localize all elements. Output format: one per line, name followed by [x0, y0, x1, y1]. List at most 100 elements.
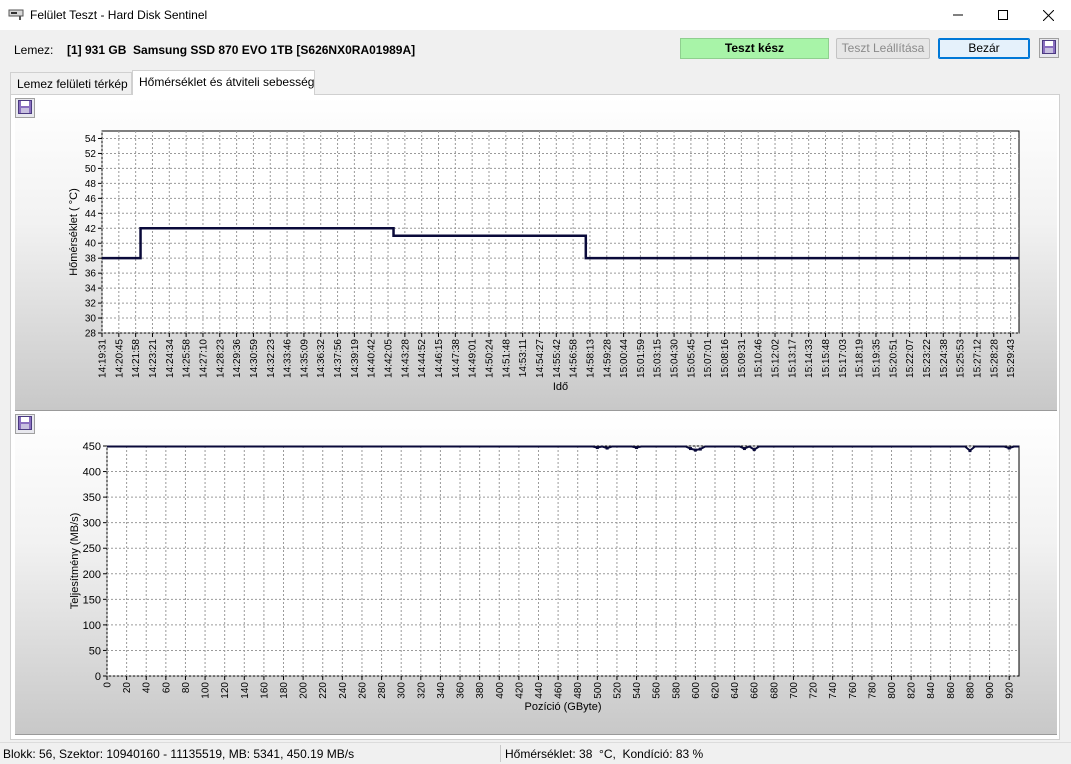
temperature-x-tick-label: 15:07:01	[703, 339, 714, 378]
performance-x-tick-label: 400	[495, 682, 506, 699]
temperature-x-tick-label: 15:15:48	[821, 339, 832, 378]
test-status-badge: Teszt kész	[680, 38, 829, 59]
performance-x-tick-label: 760	[848, 682, 859, 699]
temperature-x-tick-label: 15:08:16	[720, 339, 731, 378]
performance-x-tick-label: 800	[887, 682, 898, 699]
close-window-button[interactable]	[1025, 0, 1071, 30]
temperature-x-tick-label: 15:24:38	[939, 339, 950, 378]
temperature-y-tick-label: 34	[85, 284, 97, 295]
temperature-x-tick-label: 14:59:28	[602, 339, 613, 378]
performance-x-tick-label: 700	[789, 682, 800, 699]
floppy-disk-icon	[18, 99, 32, 117]
performance-y-tick-label: 200	[83, 569, 101, 581]
temperature-x-tick-label: 14:36:32	[316, 339, 327, 378]
temperature-y-tick-label: 42	[85, 224, 97, 235]
temperature-y-tick-label: 44	[85, 209, 97, 220]
temperature-x-tick-label: 15:19:35	[871, 339, 882, 378]
close-button[interactable]: Bezár	[938, 38, 1030, 59]
performance-x-tick-label: 660	[750, 682, 761, 699]
temperature-x-tick-label: 15:25:53	[956, 339, 967, 378]
temperature-x-tick-label: 14:30:59	[249, 339, 260, 378]
performance-data-point	[693, 448, 697, 452]
temperature-x-tick-label: 14:58:13	[585, 339, 596, 378]
tab-surface-map[interactable]: Lemez felületi térkép	[10, 72, 132, 94]
temperature-x-tick-label: 15:20:51	[888, 339, 899, 378]
status-separator	[500, 745, 501, 762]
performance-data-point	[698, 447, 702, 451]
temperature-x-tick-label: 15:17:03	[838, 339, 849, 378]
temperature-x-tick-label: 14:51:48	[501, 339, 512, 378]
performance-x-tick-label: 360	[456, 682, 467, 699]
temperature-x-tick-label: 15:03:15	[653, 339, 664, 378]
performance-x-tick-label: 60	[161, 682, 172, 694]
performance-x-tick-label: 480	[573, 682, 584, 699]
performance-x-tick-label: 440	[534, 682, 545, 699]
performance-x-tick-label: 180	[279, 682, 290, 699]
performance-x-tick-label: 380	[475, 682, 486, 699]
temperature-x-tick-label: 14:50:24	[484, 339, 495, 378]
temperature-chart-area: 28 30 32 34 36 38 40 42 44 46 48 50 52 54 14:19:31 14:2…	[15, 97, 1057, 411]
temperature-x-tick-label: 14:23:21	[148, 339, 159, 378]
temperature-x-tick-label: 14:46:15	[434, 339, 445, 378]
temperature-y-tick-label: 48	[85, 179, 97, 190]
temperature-x-tick-label: 14:56:58	[569, 339, 580, 378]
performance-x-tick-label: 740	[828, 682, 839, 699]
performance-data-point	[742, 447, 746, 451]
performance-data-point	[605, 446, 609, 450]
temperature-x-tick-label: 15:05:45	[686, 339, 697, 378]
temperature-x-tick-label: 14:47:38	[451, 339, 462, 378]
status-bar: Blokk: 56, Szektor: 10940160 - 11135519,…	[0, 742, 1071, 764]
performance-data-point	[635, 446, 639, 450]
temperature-x-tick-label: 15:04:30	[670, 339, 681, 378]
disk-label: Lemez:	[14, 43, 54, 57]
temperature-x-tick-label: 15:01:59	[636, 339, 647, 378]
performance-y-tick-label: 50	[89, 645, 101, 657]
temperature-y-tick-label: 32	[85, 299, 97, 310]
performance-data-point	[1007, 446, 1011, 450]
temperature-x-tick-label: 15:27:12	[972, 339, 983, 378]
performance-x-tick-label: 720	[809, 682, 820, 699]
performance-x-tick-label: 580	[671, 682, 682, 699]
temperature-x-tick-label: 14:49:01	[468, 339, 479, 378]
floppy-disk-icon	[1042, 39, 1056, 57]
temperature-x-tick-label: 14:20:45	[114, 339, 125, 378]
tab-temperature-speed[interactable]: Hőmérséklet és átviteli sebesség	[132, 70, 315, 95]
performance-x-tick-label: 820	[907, 682, 918, 699]
save-performance-chart-button[interactable]	[15, 414, 35, 434]
performance-y-tick-label: 100	[83, 620, 101, 632]
minimize-button[interactable]	[935, 0, 981, 30]
performance-x-tick-label: 680	[769, 682, 780, 699]
performance-x-tick-label: 840	[926, 682, 937, 699]
performance-x-tick-label: 900	[985, 682, 996, 699]
temperature-x-tick-label: 15:10:46	[754, 339, 765, 378]
temperature-y-tick-label: 54	[85, 134, 97, 145]
performance-x-tick-label: 0	[103, 682, 114, 688]
temperature-y-tick-label: 50	[85, 164, 97, 175]
minimize-icon	[953, 10, 963, 20]
temperature-x-tick-label: 14:40:42	[367, 339, 378, 378]
save-button[interactable]	[1039, 38, 1059, 58]
maximize-icon	[998, 10, 1008, 20]
save-temperature-chart-button[interactable]	[15, 98, 35, 118]
performance-x-tick-label: 880	[965, 682, 976, 699]
performance-x-tick-label: 600	[691, 682, 702, 699]
performance-y-tick-label: 400	[83, 467, 101, 479]
temperature-y-tick-label: 30	[85, 314, 97, 325]
floppy-disk-icon	[18, 415, 32, 433]
performance-data-point	[752, 448, 756, 452]
performance-chart-area: 0 50 100 150 200 250 300 350 400 450 0 20 40 60 80 100 1…	[15, 413, 1057, 735]
status-block-info: Blokk: 56, Szektor: 10940160 - 11135519,…	[3, 747, 355, 761]
temperature-x-tick-label: 14:55:42	[552, 339, 563, 378]
temperature-x-tick-label: 14:33:46	[283, 339, 294, 378]
performance-y-tick-label: 150	[83, 594, 101, 606]
temperature-x-tick-label: 14:19:31	[98, 339, 109, 378]
performance-x-tick-label: 220	[318, 682, 329, 699]
performance-x-tick-label: 780	[867, 682, 878, 699]
performance-data-point	[595, 446, 599, 450]
performance-x-tick-label: 640	[730, 682, 741, 699]
temperature-x-tick-label: 15:23:22	[922, 339, 933, 378]
maximize-button[interactable]	[980, 0, 1026, 30]
performance-x-tick-label: 500	[593, 682, 604, 699]
performance-x-tick-label: 420	[514, 682, 525, 699]
stop-test-button[interactable]: Teszt Leállítása	[836, 38, 930, 59]
